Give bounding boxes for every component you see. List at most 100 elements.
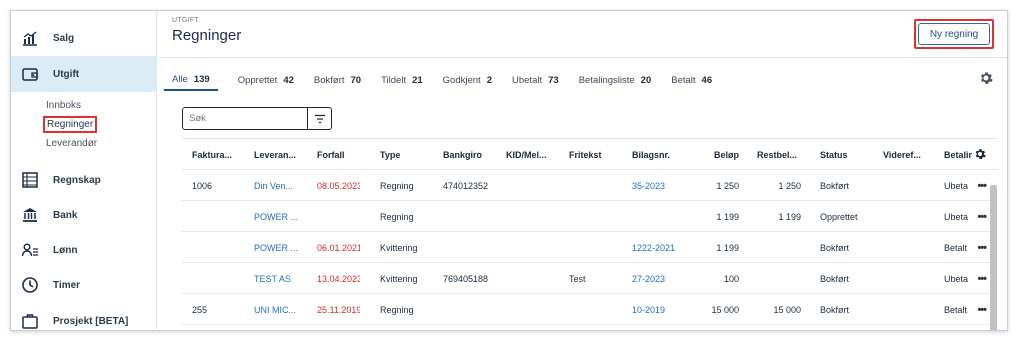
voucher-link[interactable]: 1222-2021 — [632, 232, 690, 263]
bankgiro — [443, 201, 489, 232]
bankgiro: 769405188 — [443, 273, 489, 284]
status: Bokført — [820, 242, 850, 253]
voucher-link[interactable] — [632, 201, 690, 232]
tab-label: Godkjent — [442, 74, 481, 86]
table-header: Faktura... Leveran... Forfall Type Bankg… — [182, 139, 998, 170]
forwarded — [883, 294, 939, 325]
table-row[interactable]: POWER ... Regning 1 199 1 199 Opprettet … — [182, 201, 998, 232]
column-header[interactable]: Restbel... — [757, 139, 807, 170]
new-bill-button[interactable]: Ny regning — [918, 23, 990, 45]
column-header[interactable]: Beløp — [693, 139, 739, 170]
column-header[interactable]: Fritekst — [569, 139, 627, 170]
supplier-link[interactable]: POWER ... — [254, 201, 302, 232]
table-scrollbar[interactable] — [990, 185, 997, 330]
tab-ubetalt[interactable]: Ubetalt 73 — [512, 69, 559, 91]
tab-count: 70 — [350, 74, 362, 86]
sidebar-item-label: Salg — [53, 32, 75, 44]
sidebar-item-utgift[interactable]: Utgift — [11, 56, 157, 92]
sidebar-item-regnskap[interactable]: Regnskap — [11, 162, 157, 198]
sidebar-item-timer[interactable]: Timer — [11, 267, 157, 303]
voucher-link[interactable]: 27-2023 — [632, 263, 690, 294]
kid — [506, 232, 564, 263]
column-header[interactable]: KID/Mel... — [506, 139, 564, 170]
column-header[interactable]: Bilagsnr. — [632, 139, 690, 170]
column-header[interactable]: Forfall — [317, 139, 375, 170]
sidebar-item-bank[interactable]: Bank — [11, 197, 157, 233]
payment-status: Betalt — [944, 304, 968, 315]
free-text — [569, 294, 627, 325]
column-header[interactable]: Faktura... — [192, 139, 250, 170]
column-header[interactable]: Videref... — [883, 139, 939, 170]
sidebar-item-label: Timer — [53, 279, 81, 291]
page-overline: UTGIFT — [172, 17, 200, 24]
payment-status: Ubeta — [944, 273, 969, 284]
row-menu-button[interactable]: ••• — [977, 201, 987, 232]
table-row[interactable]: 255 UNI MIC... 25.11.2019 Regning 10-201… — [182, 294, 998, 325]
ledger-icon — [19, 170, 41, 190]
tab-count: 21 — [412, 74, 423, 86]
supplier-link[interactable]: UNI MIC... — [254, 294, 302, 325]
tab-betalt[interactable]: Betalt 46 — [671, 69, 712, 91]
row-menu-button[interactable]: ••• — [977, 170, 987, 201]
tab-tildelt[interactable]: Tildelt 21 — [381, 69, 423, 91]
due-date — [317, 201, 360, 232]
type: Regning — [380, 211, 414, 222]
tab-bokfort[interactable]: Bokført 70 — [314, 69, 361, 91]
sidebar-subitem-regninger[interactable]: Regninger — [42, 116, 98, 133]
row-menu-button[interactable]: ••• — [977, 263, 987, 294]
column-header[interactable]: Leveran... — [254, 139, 312, 170]
filter-button[interactable] — [307, 108, 331, 129]
table-row[interactable]: 1006 Din Ven... 08.05.2023 Regning 47401… — [182, 170, 998, 201]
sidebar: Salg Utgift Innboks Regninger Leverandør… — [11, 11, 157, 330]
status: Bokført — [820, 180, 850, 191]
voucher-link[interactable]: 35-2023 — [632, 170, 690, 201]
row-menu-button[interactable]: ••• — [977, 232, 987, 263]
forwarded — [883, 201, 939, 232]
sidebar-item-salg[interactable]: Salg — [11, 20, 157, 56]
settings-gear-icon[interactable] — [979, 71, 993, 85]
amount: 1 199 — [716, 211, 739, 222]
search-input[interactable] — [183, 108, 307, 129]
tab-count: 139 — [193, 73, 210, 85]
app-window: Salg Utgift Innboks Regninger Leverandør… — [10, 10, 1008, 331]
invoice-number — [192, 201, 250, 232]
amount: 1 199 — [716, 242, 739, 253]
new-bill-highlight: Ny regning — [914, 19, 994, 49]
kid — [506, 263, 564, 294]
remaining: 1 199 — [778, 211, 801, 222]
tab-alle[interactable]: Alle 139 — [164, 69, 218, 91]
supplier-link[interactable]: Din Ven... — [254, 170, 302, 201]
supplier-link[interactable]: TEST AS — [254, 263, 302, 294]
payment-status: Ubeta — [944, 180, 969, 191]
main-content: UTGIFT Regninger Ny regning Alle 139 Oppr… — [158, 11, 1007, 330]
table-row[interactable]: POWER ... 06.01.2021 Kvittering 1222-202… — [182, 232, 998, 263]
column-header[interactable]: Type — [380, 139, 438, 170]
amount: 1 250 — [716, 180, 739, 191]
filter-icon — [314, 114, 325, 123]
tab-betalingsliste[interactable]: Betalingsliste 20 — [579, 69, 652, 91]
supplier-link[interactable]: POWER ... — [254, 232, 302, 263]
tab-godkjent[interactable]: Godkjent 2 — [443, 69, 492, 91]
tab-opprettet[interactable]: Opprettet 42 — [238, 69, 294, 91]
sidebar-subitem-innboks[interactable]: Innboks — [46, 100, 81, 111]
column-header[interactable]: Betalir — [944, 139, 974, 170]
chart-icon — [19, 28, 41, 48]
sidebar-item-prosjekt[interactable]: Prosjekt [BETA] — [11, 303, 157, 330]
bankgiro — [443, 294, 489, 325]
type: Kvittering — [380, 242, 418, 253]
kid — [506, 170, 564, 201]
tab-count: 42 — [283, 74, 294, 86]
amount: 15 000 — [711, 304, 739, 315]
status: Opprettet — [820, 211, 858, 222]
voucher-link[interactable]: 10-2019 — [632, 294, 690, 325]
column-header[interactable]: Bankgiro — [443, 139, 501, 170]
column-header[interactable]: Status — [820, 139, 876, 170]
row-menu-button[interactable]: ••• — [977, 294, 987, 325]
table-row[interactable]: TEST AS 13.04.2023 Kvittering 769405188 … — [182, 263, 998, 294]
wallet-icon — [19, 64, 41, 84]
column-settings-gear-icon[interactable] — [974, 148, 986, 160]
search-box — [182, 107, 332, 130]
tab-count: 73 — [548, 74, 559, 86]
sidebar-subitem-leverandor[interactable]: Leverandør — [46, 138, 97, 149]
sidebar-item-lonn[interactable]: Lønn — [11, 232, 157, 268]
